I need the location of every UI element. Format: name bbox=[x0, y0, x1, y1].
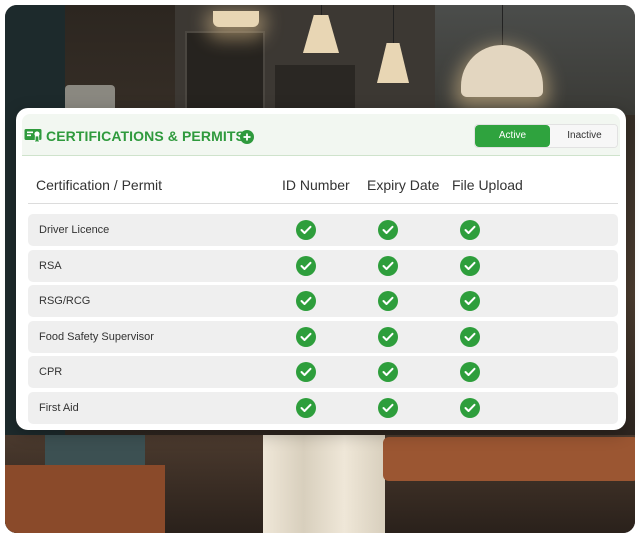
toggle-inactive-button[interactable]: Inactive bbox=[550, 125, 617, 147]
column-header-file-upload: File Upload bbox=[452, 177, 523, 193]
table-row[interactable]: First Aid bbox=[28, 391, 618, 424]
expiry-date-check-icon bbox=[378, 362, 398, 382]
lamp-wire bbox=[502, 5, 503, 47]
expiry-date-check-icon bbox=[378, 255, 398, 276]
expiry-date-check-icon bbox=[378, 220, 398, 240]
table-row[interactable]: CPR bbox=[28, 356, 618, 388]
column-header-id-number: ID Number bbox=[282, 177, 350, 193]
expiry-date-check-icon bbox=[378, 397, 398, 418]
card-header: CERTIFICATIONS & PERMITS Active Inactive bbox=[22, 114, 620, 156]
id-number-check-icon bbox=[296, 255, 316, 276]
divider bbox=[28, 203, 618, 204]
certification-name: RSA bbox=[39, 259, 62, 272]
certifications-card: CERTIFICATIONS & PERMITS Active Inactive… bbox=[16, 108, 626, 430]
expiry-date-check-icon bbox=[378, 326, 398, 347]
certification-name: Food Safety Supervisor bbox=[39, 330, 154, 343]
file-upload-check-icon bbox=[460, 220, 480, 240]
chalkboard bbox=[185, 31, 265, 111]
lamp-wire bbox=[393, 5, 394, 45]
table-row[interactable]: Food Safety Supervisor bbox=[28, 320, 618, 353]
certification-name: RSG/RCG bbox=[39, 295, 91, 307]
id-number-check-icon bbox=[296, 362, 316, 382]
column-header-certification: Certification / Permit bbox=[36, 177, 163, 193]
certificate-icon bbox=[24, 129, 42, 144]
file-upload-check-icon bbox=[460, 326, 480, 347]
table-right bbox=[383, 437, 635, 481]
status-toggle: Active Inactive bbox=[474, 124, 618, 148]
table-row[interactable]: Driver Licence bbox=[28, 214, 618, 246]
id-number-check-icon bbox=[296, 291, 316, 311]
column-header-expiry-date: Expiry Date bbox=[367, 177, 440, 193]
certification-name: CPR bbox=[39, 366, 63, 378]
file-upload-check-icon bbox=[460, 291, 480, 311]
certification-name: Driver Licence bbox=[39, 224, 110, 236]
curtain bbox=[263, 435, 385, 533]
id-number-check-icon bbox=[296, 397, 316, 418]
toggle-active-button[interactable]: Active bbox=[475, 125, 550, 147]
section-title: CERTIFICATIONS & PERMITS bbox=[46, 128, 245, 144]
id-number-check-icon bbox=[296, 220, 316, 240]
file-upload-check-icon bbox=[460, 397, 480, 418]
pendant-lamp bbox=[213, 11, 259, 27]
table-row[interactable]: RSG/RCG bbox=[28, 285, 618, 317]
id-number-check-icon bbox=[296, 326, 316, 347]
shelf bbox=[45, 435, 145, 467]
plus-circle-icon[interactable] bbox=[240, 130, 254, 144]
wall-right bbox=[435, 5, 635, 115]
file-upload-check-icon bbox=[460, 255, 480, 276]
table-left bbox=[5, 465, 165, 533]
certification-name: First Aid bbox=[39, 401, 79, 414]
expiry-date-check-icon bbox=[378, 291, 398, 311]
table-row[interactable]: RSA bbox=[28, 249, 618, 282]
file-upload-check-icon bbox=[460, 362, 480, 382]
